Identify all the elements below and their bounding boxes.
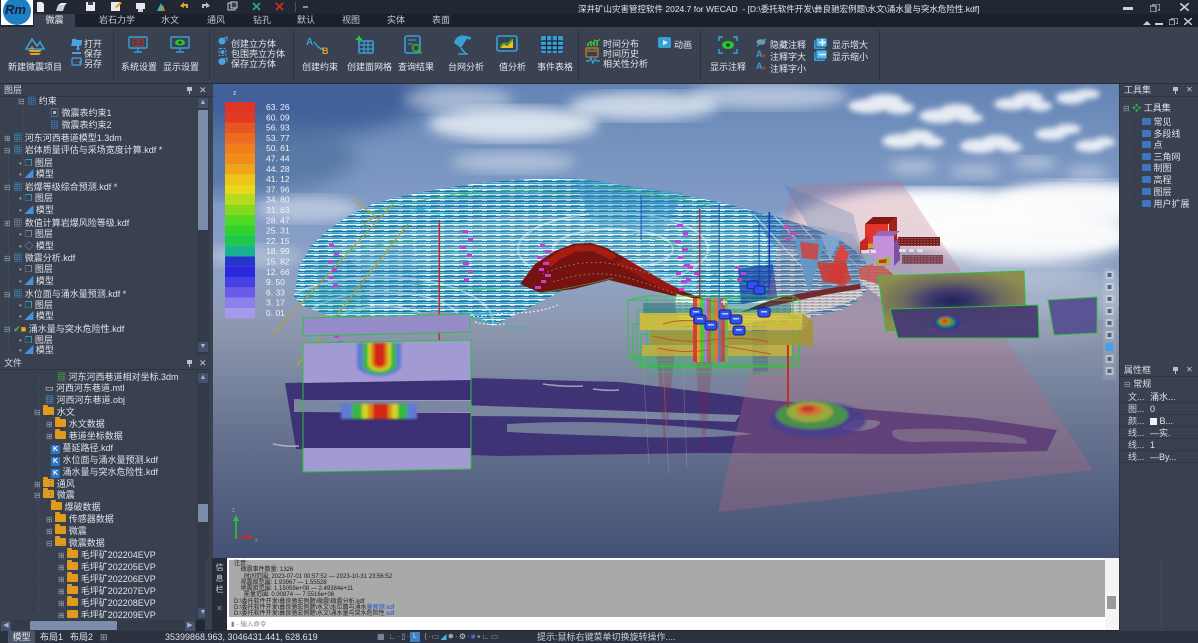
svg-text:6. 33: 6. 33 bbox=[266, 287, 285, 297]
svg-text:x: x bbox=[255, 538, 258, 544]
svg-text:28. 47: 28. 47 bbox=[266, 215, 290, 225]
svg-text:18. 99: 18. 99 bbox=[266, 246, 290, 256]
svg-text:15. 82: 15. 82 bbox=[266, 257, 290, 267]
svg-text:12. 66: 12. 66 bbox=[266, 267, 290, 277]
svg-text:A: A bbox=[306, 37, 313, 48]
svg-text:B: B bbox=[322, 46, 329, 56]
svg-text:34. 80: 34. 80 bbox=[266, 195, 290, 205]
svg-text:56. 93: 56. 93 bbox=[266, 123, 290, 133]
svg-text:37. 96: 37. 96 bbox=[266, 184, 290, 194]
svg-text:z: z bbox=[233, 90, 237, 97]
svg-text:41. 12: 41. 12 bbox=[266, 174, 290, 184]
svg-text:25. 31: 25. 31 bbox=[266, 226, 290, 236]
svg-text:22. 15: 22. 15 bbox=[266, 236, 290, 246]
svg-text:0. 01: 0. 01 bbox=[266, 308, 285, 318]
svg-text:47. 44: 47. 44 bbox=[266, 154, 290, 164]
svg-text:z: z bbox=[232, 508, 235, 514]
svg-text:A: A bbox=[756, 61, 763, 71]
svg-text:A: A bbox=[756, 49, 763, 59]
svg-text:53. 77: 53. 77 bbox=[266, 133, 290, 143]
svg-text:50. 61: 50. 61 bbox=[266, 143, 290, 153]
svg-text:31. 63: 31. 63 bbox=[266, 205, 290, 215]
svg-text:63. 26: 63. 26 bbox=[266, 102, 290, 112]
svg-text:3. 17: 3. 17 bbox=[266, 298, 285, 308]
svg-text:9. 50: 9. 50 bbox=[266, 277, 285, 287]
svg-text:60. 09: 60. 09 bbox=[266, 112, 290, 122]
svg-text:44. 28: 44. 28 bbox=[266, 164, 290, 174]
